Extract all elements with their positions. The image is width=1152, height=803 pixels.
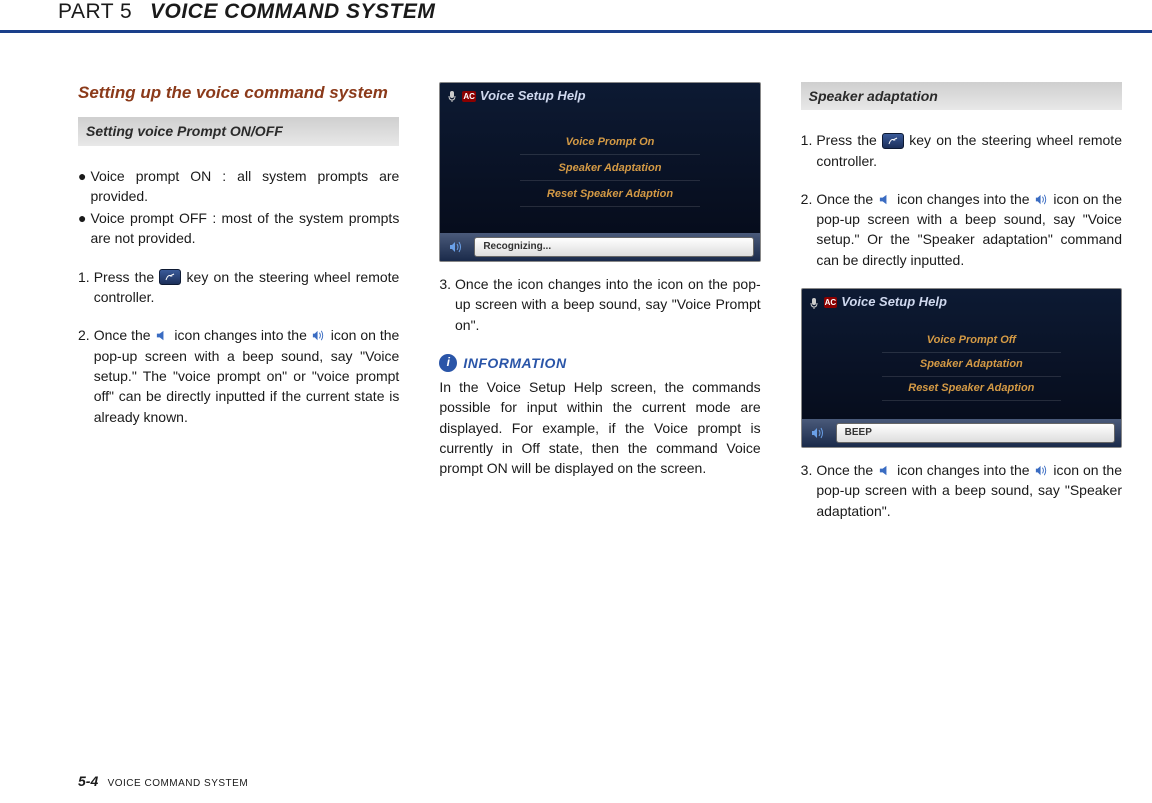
speaker-wave-icon	[1033, 462, 1049, 478]
page-header: PART 5 VOICE COMMAND SYSTEM	[0, 0, 1152, 33]
text: Once the	[816, 462, 877, 478]
step-3: 3. Once the icon changes into the icon o…	[801, 460, 1122, 521]
text: icon changes into the	[174, 327, 310, 343]
text: icon changes into the	[897, 191, 1033, 207]
voice-setup-screenshot-1: AC Voice Setup Help Voice Prompt On Spea…	[439, 82, 760, 262]
column-1: Setting up the voice command system Sett…	[78, 82, 399, 539]
ac-badge: AC	[462, 91, 476, 103]
step-number: 1.	[801, 130, 813, 171]
part-title: VOICE COMMAND SYSTEM	[150, 0, 435, 23]
status-text: Recognizing...	[474, 237, 753, 258]
step-text: Press the key on the steering wheel remo…	[816, 130, 1122, 171]
bullet-dot-icon: ●	[78, 208, 86, 249]
bullet-item: ● Voice prompt OFF : most of the system …	[78, 208, 399, 249]
column-2: AC Voice Setup Help Voice Prompt On Spea…	[439, 82, 760, 539]
step-number: 3.	[801, 460, 813, 521]
speaker-wave-icon	[446, 237, 466, 257]
speaker-wave-icon	[1033, 191, 1049, 207]
screenshot-title: AC Voice Setup Help	[446, 87, 585, 106]
speaker-icon	[877, 191, 893, 207]
step-number: 2.	[801, 189, 813, 270]
step-2: 2. Once the icon changes into the icon o…	[78, 325, 399, 426]
text: Press the	[816, 132, 882, 148]
mic-icon	[808, 297, 820, 309]
bullet-dot-icon: ●	[78, 166, 86, 207]
voice-setup-screenshot-2: AC Voice Setup Help Voice Prompt Off Spe…	[801, 288, 1122, 448]
step-1: 1. Press the key on the steering wheel r…	[78, 267, 399, 308]
screenshot-title: AC Voice Setup Help	[808, 293, 947, 312]
information-header: i INFORMATION	[439, 353, 760, 373]
menu-item: Voice Prompt On	[520, 135, 699, 155]
menu-item: Speaker Adaptation	[520, 161, 699, 181]
step-number: 1.	[78, 267, 90, 308]
speaker-wave-icon	[808, 423, 828, 443]
page-footer: 5-4 VOICE COMMAND SYSTEM	[78, 773, 248, 789]
screenshot-footer: BEEP	[802, 419, 1121, 447]
numbered-list: 1. Press the key on the steering wheel r…	[78, 267, 399, 427]
steering-key-icon	[882, 133, 904, 149]
screenshot-title-text: Voice Setup Help	[841, 293, 947, 312]
screenshot-title-text: Voice Setup Help	[480, 87, 586, 106]
status-text: BEEP	[836, 423, 1115, 444]
speaker-wave-icon	[311, 328, 327, 344]
ac-badge: AC	[824, 297, 838, 309]
bullet-text: Voice prompt ON : all system prompts are…	[90, 166, 399, 207]
column-3: Speaker adaptation 1. Press the key on t…	[801, 82, 1122, 539]
bullet-item: ● Voice prompt ON : all system prompts a…	[78, 166, 399, 207]
content-columns: Setting up the voice command system Sett…	[78, 82, 1122, 539]
bullet-text: Voice prompt OFF : most of the system pr…	[90, 208, 399, 249]
footer-title: VOICE COMMAND SYSTEM	[108, 778, 249, 789]
part-label: PART 5	[58, 0, 132, 23]
speaker-icon	[877, 462, 893, 478]
text: Press the	[94, 269, 160, 285]
menu-item: Reset Speaker Adaption	[520, 187, 699, 207]
mic-icon	[446, 90, 458, 102]
subheader-prompt-onoff: Setting voice Prompt ON/OFF	[78, 117, 399, 145]
numbered-list: 1. Press the key on the steering wheel r…	[801, 130, 1122, 270]
step-text: Once the icon changes into the icon on t…	[816, 460, 1122, 521]
step-text: Once the icon changes into the icon on t…	[455, 274, 761, 335]
menu-item: Reset Speaker Adaption	[882, 381, 1061, 401]
information-label: INFORMATION	[463, 353, 566, 373]
information-body: In the Voice Setup Help screen, the comm…	[439, 377, 760, 478]
bullet-list: ● Voice prompt ON : all system prompts a…	[78, 166, 399, 249]
step-text: Once the icon changes into the icon on t…	[816, 189, 1122, 270]
menu-item: Voice Prompt Off	[882, 333, 1061, 353]
header-rule	[0, 30, 1152, 33]
step-text: Press the key on the steering wheel remo…	[94, 267, 400, 308]
step-number: 3.	[439, 274, 451, 335]
text: icon changes into the	[897, 462, 1033, 478]
screenshot-footer: Recognizing...	[440, 233, 759, 261]
step-3: 3. Once the icon changes into the icon o…	[439, 274, 760, 335]
section-title: Setting up the voice command system	[78, 82, 399, 103]
speaker-icon	[154, 328, 170, 344]
page-number: 5-4	[78, 773, 98, 789]
numbered-list: 3. Once the icon changes into the icon o…	[439, 274, 760, 335]
subheader-speaker-adaptation: Speaker adaptation	[801, 82, 1122, 110]
step-2: 2. Once the icon changes into the icon o…	[801, 189, 1122, 270]
text: Once the	[94, 327, 155, 343]
info-icon: i	[439, 354, 457, 372]
step-text: Once the icon changes into the icon on t…	[94, 325, 400, 426]
menu-item: Speaker Adaptation	[882, 357, 1061, 377]
steering-key-icon	[159, 269, 181, 285]
numbered-list: 3. Once the icon changes into the icon o…	[801, 460, 1122, 521]
step-1: 1. Press the key on the steering wheel r…	[801, 130, 1122, 171]
step-number: 2.	[78, 325, 90, 426]
text: Once the	[816, 191, 877, 207]
